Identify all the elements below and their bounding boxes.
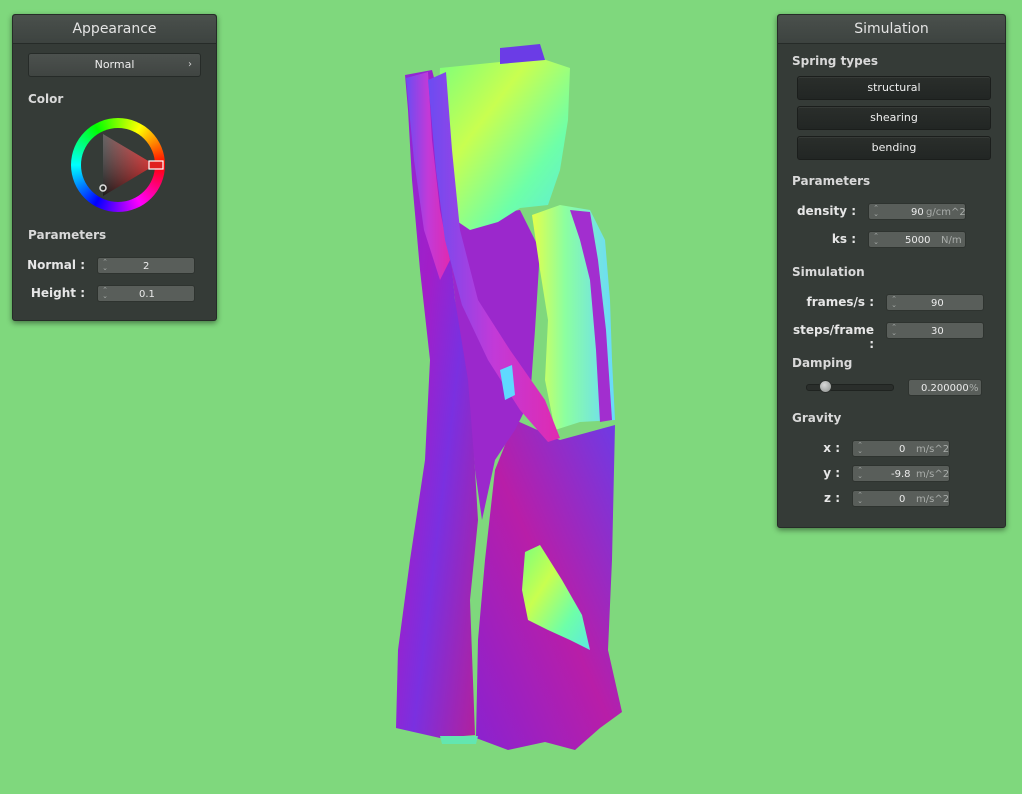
- bending-button[interactable]: bending: [797, 136, 991, 160]
- gravity-x-label: x :: [823, 441, 840, 455]
- simulation-panel: Simulation Spring types structural shear…: [777, 14, 1006, 528]
- gravity-label: Gravity: [792, 411, 842, 425]
- normal-label: Normal :: [27, 258, 85, 272]
- spinner-icon[interactable]: ⌃ ⌄: [856, 467, 864, 480]
- shearing-button[interactable]: shearing: [797, 106, 991, 130]
- fps-input[interactable]: ⌃ ⌄ 90: [886, 294, 984, 311]
- gravity-z-value: 0: [899, 494, 906, 505]
- damping-unit: %: [969, 383, 979, 394]
- ks-label: ks :: [831, 232, 856, 246]
- ks-unit: N/m: [941, 235, 962, 246]
- gravity-y-input[interactable]: ⌃ ⌄ -9.8 m/s^2: [852, 465, 950, 482]
- hue-selector-handle: [148, 160, 164, 170]
- spring-types-label: Spring types: [792, 54, 879, 68]
- steps-label: steps/frame :: [792, 323, 874, 351]
- gravity-x-value: 0: [899, 444, 906, 455]
- height-input[interactable]: ⌃ ⌄ 0.1: [97, 285, 195, 302]
- spinner-icon[interactable]: ⌃ ⌄: [890, 296, 898, 309]
- chevron-right-icon: ›: [188, 59, 192, 70]
- color-label: Color: [28, 92, 64, 106]
- damping-slider-handle[interactable]: [818, 380, 832, 393]
- density-value: 90: [911, 207, 924, 218]
- normal-value: 2: [143, 261, 150, 272]
- shader-dropdown-value: Normal: [94, 58, 135, 71]
- density-label: density :: [796, 204, 856, 218]
- cloth-top-green: [438, 58, 570, 230]
- shader-dropdown[interactable]: Normal ›: [28, 53, 201, 77]
- color-triangle[interactable]: [71, 118, 165, 212]
- steps-value: 30: [931, 326, 944, 337]
- normal-input[interactable]: ⌃ ⌄ 2: [97, 257, 195, 274]
- spinner-icon[interactable]: ⌃ ⌄: [872, 233, 880, 246]
- damping-input[interactable]: 0.200000 %: [908, 379, 982, 396]
- ks-value: 5000: [905, 235, 931, 246]
- gravity-y-value: -9.8: [891, 469, 911, 480]
- color-wheel[interactable]: [71, 118, 165, 212]
- gravity-x-unit: m/s^2: [916, 444, 950, 455]
- height-label: Height :: [30, 286, 85, 300]
- height-value: 0.1: [139, 289, 155, 300]
- spinner-icon[interactable]: ⌃ ⌄: [856, 442, 864, 455]
- ks-input[interactable]: ⌃ ⌄ 5000 N/m: [868, 231, 966, 248]
- spinner-icon[interactable]: ⌃ ⌄: [872, 205, 880, 218]
- gravity-y-unit: m/s^2: [916, 469, 950, 480]
- density-input[interactable]: ⌃ ⌄ 90 g/cm^2: [868, 203, 966, 220]
- fps-value: 90: [931, 298, 944, 309]
- damping-value: 0.200000: [921, 383, 969, 394]
- appearance-panel: Appearance Normal › Color Parameters Nor…: [12, 14, 217, 321]
- spinner-icon[interactable]: ⌃ ⌄: [890, 324, 898, 337]
- appearance-title: Appearance: [13, 15, 216, 44]
- simulation-section-label: Simulation: [792, 265, 865, 279]
- damping-label: Damping: [792, 356, 853, 370]
- gravity-z-label: z :: [824, 491, 840, 505]
- gravity-x-input[interactable]: ⌃ ⌄ 0 m/s^2: [852, 440, 950, 457]
- gravity-z-input[interactable]: ⌃ ⌄ 0 m/s^2: [852, 490, 950, 507]
- appearance-parameters-label: Parameters: [28, 228, 107, 242]
- spinner-icon[interactable]: ⌃ ⌄: [101, 259, 109, 272]
- cloth-bottom-hem: [440, 736, 478, 744]
- steps-input[interactable]: ⌃ ⌄ 30: [886, 322, 984, 339]
- gravity-z-unit: m/s^2: [916, 494, 950, 505]
- density-unit: g/cm^2: [926, 207, 966, 218]
- gravity-y-label: y :: [823, 466, 840, 480]
- fps-label: frames/s :: [806, 295, 874, 309]
- spinner-icon[interactable]: ⌃ ⌄: [101, 287, 109, 300]
- sim-parameters-label: Parameters: [792, 174, 871, 188]
- spinner-icon[interactable]: ⌃ ⌄: [856, 492, 864, 505]
- simulation-title: Simulation: [778, 15, 1005, 44]
- structural-button[interactable]: structural: [797, 76, 991, 100]
